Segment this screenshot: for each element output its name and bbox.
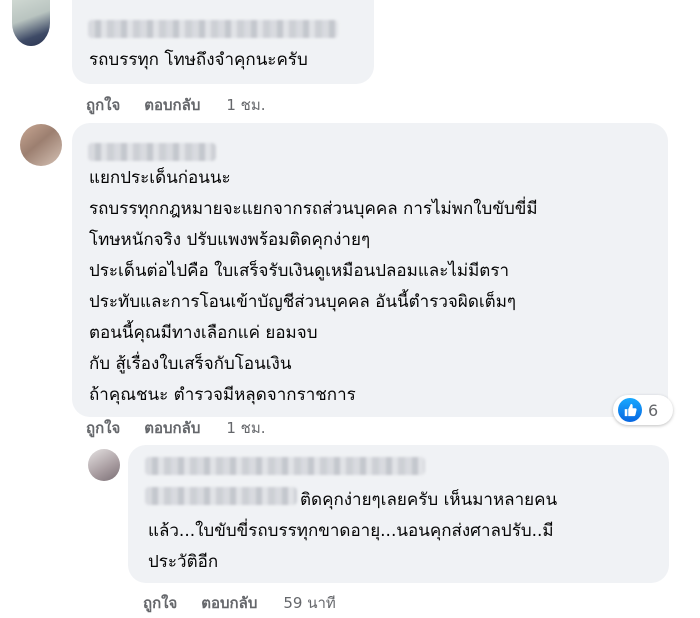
like-icon [618,398,642,422]
comment-line: กับ สู้เรื่องใบเสร็จกับโอนเงิน [89,354,292,374]
commenter-avatar[interactable] [20,124,62,166]
timestamp[interactable]: 1 ชม. [226,93,265,117]
blurred-author-name [145,457,425,475]
like-button[interactable]: ถูกใจ [86,93,120,117]
comment-text: รถบรรทุก โทษถึงจำคุกนะครับ [89,50,308,70]
like-button[interactable]: ถูกใจ [143,591,177,615]
comment-text: แยกประเด็นก่อนนะ รถบรรทุกกฎหมายจะแยกจากร… [89,163,538,411]
comment-actions: ถูกใจ ตอบกลับ 1 ชม. [86,93,266,117]
reply-button[interactable]: ตอบกลับ [144,93,200,117]
comment-line: ติดคุกง่ายๆเลยครับ เห็นมาหลายคน [300,490,558,510]
blurred-author-name [88,143,216,161]
comment-line: ประทับและการโอนเข้าบัญชีส่วนบุคคล อันนี้… [89,292,517,312]
timestamp[interactable]: 1 ชม. [226,416,265,440]
comment-line: ถ้าคุณชนะ ตำรวจมีหลุดจากราชการ [89,385,356,405]
comment-line: แยกประเด็นก่อนนะ [89,168,231,188]
reply-button[interactable]: ตอบกลับ [144,416,200,440]
like-button[interactable]: ถูกใจ [86,416,120,440]
comment-line: แล้ว...ใบขับขี่รถบรรทุกขาดอายุ...นอนคุกส… [148,521,554,541]
timestamp[interactable]: 59 นาที [283,591,335,615]
commenter-avatar[interactable] [12,0,50,46]
blurred-mention [145,487,297,505]
comment-line: รถบรรทุกกฎหมายจะแยกจากรถส่วนบุคคล การไม่… [89,199,538,219]
commenter-avatar[interactable] [88,449,120,481]
comment-text: แล้ว...ใบขับขี่รถบรรทุกขาดอายุ...นอนคุกส… [148,516,554,578]
comment-line: โทษหนักจริง ปรับแพงพร้อมติดคุกง่ายๆ [89,230,371,250]
comment-line: ประวัติอีก [148,552,219,572]
comment-actions: ถูกใจ ตอบกลับ 1 ชม. [86,416,266,440]
comment-actions: ถูกใจ ตอบกลับ 59 นาที [143,591,336,615]
blurred-author-name [88,20,338,38]
comment-line: ประเด็นต่อไปคือ ใบเสร็จรับเงินดูเหมือนปล… [89,261,510,281]
reaction-count: 6 [648,400,659,420]
reply-button[interactable]: ตอบกลับ [201,591,257,615]
comment-line: ตอนนี้คุณมีทางเลือกแค่ ยอมจบ [89,323,318,343]
reaction-summary[interactable]: 6 [613,395,673,425]
